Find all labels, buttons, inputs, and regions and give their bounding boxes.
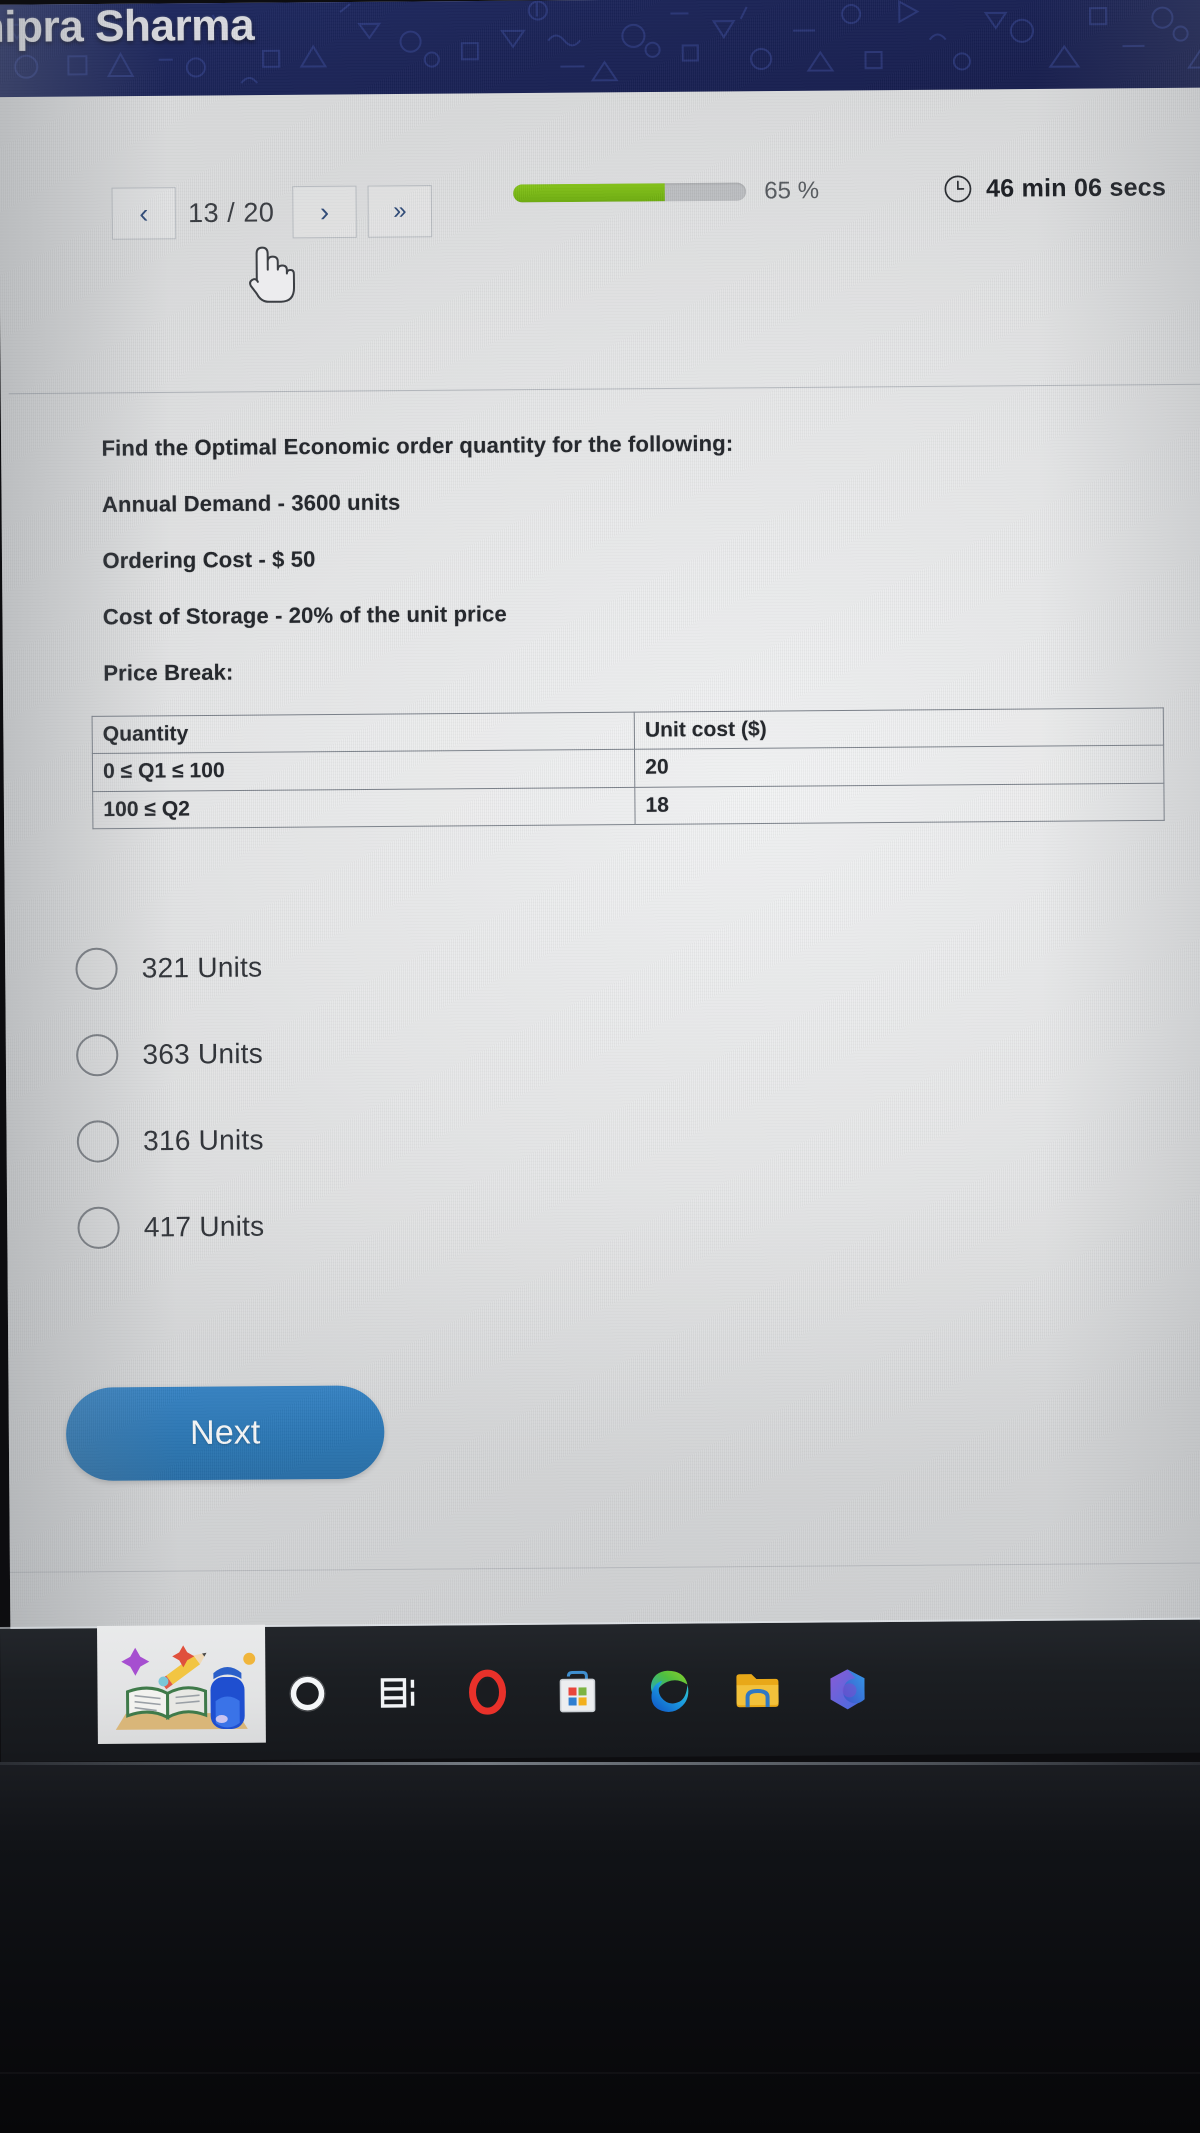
answer-option-1[interactable]: 363 Units <box>75 1007 779 1099</box>
timer-section: 46 min 06 secs <box>943 172 1166 204</box>
opera-icon[interactable] <box>442 1625 533 1759</box>
column-header-quantity: Quantity <box>92 712 635 754</box>
taskbar-icons <box>262 1622 893 1760</box>
school-widget-icon[interactable] <box>97 1624 266 1744</box>
monitor-photo: hipra Sharma ‹ 13 / 20 › » 65 % 46 min 0… <box>0 0 1200 2133</box>
price-break-label: Price Break: <box>103 659 234 686</box>
next-question-button-wrap: › <box>292 185 357 239</box>
quiz-toolbar: ‹ 13 / 20 › » 65 % 46 min 06 secs <box>0 94 1200 395</box>
file-explorer-icon[interactable] <box>712 1623 803 1757</box>
radio-button-0[interactable] <box>75 947 118 991</box>
monitor-bezel <box>0 1762 1200 2133</box>
microsoft-365-icon[interactable] <box>802 1622 893 1756</box>
answer-option-3[interactable]: 417 Units <box>77 1179 780 1271</box>
microsoft-edge-icon[interactable] <box>622 1623 713 1757</box>
cortana-icon[interactable] <box>262 1626 353 1760</box>
price-break-table: Quantity Unit cost ($) 0 ≤ Q1 ≤ 100 20 1… <box>91 707 1165 830</box>
question-detail-0: Annual Demand - 3600 units <box>101 489 401 518</box>
question-detail-1: Ordering Cost - $ 50 <box>102 546 316 574</box>
progress-bar-fill <box>513 183 665 203</box>
pointer-hand-cursor <box>240 239 296 306</box>
question-detail-2: Cost of Storage - 20% of the unit price <box>102 601 507 630</box>
user-name-title: hipra Sharma <box>0 0 255 53</box>
task-view-icon[interactable] <box>352 1626 443 1760</box>
last-question-button[interactable]: » <box>367 185 433 238</box>
cell-unit-cost-1: 18 <box>634 782 1165 825</box>
column-header-unit-cost: Unit cost ($) <box>634 707 1164 750</box>
table-row: 100 ≤ Q2 18 <box>92 782 1165 829</box>
quiz-page: hipra Sharma ‹ 13 / 20 › » 65 % 46 min 0… <box>0 0 1200 1712</box>
cell-quantity-1: 100 ≤ Q2 <box>92 786 636 829</box>
radio-button-1[interactable] <box>75 1033 119 1077</box>
next-button[interactable]: Next <box>65 1385 385 1482</box>
pagination-controls: ‹ 13 / 20 › » <box>111 185 433 240</box>
answer-option-0[interactable]: 321 Units <box>75 920 778 1012</box>
answer-option-label-0: 321 Units <box>141 951 263 984</box>
timer-label: 46 min 06 secs <box>985 172 1167 203</box>
previous-question-button[interactable]: ‹ <box>111 187 177 240</box>
progress-bar <box>513 182 747 203</box>
question-body: Find the Optimal Economic order quantity… <box>101 427 987 704</box>
next-question-button[interactable]: › <box>292 185 357 239</box>
radio-button-3[interactable] <box>77 1206 120 1250</box>
question-prompt: Find the Optimal Economic order quantity… <box>101 430 734 461</box>
progress-percent-label: 65 % <box>764 176 820 205</box>
answer-option-label-3: 417 Units <box>143 1210 265 1243</box>
answer-option-label-2: 316 Units <box>142 1124 264 1157</box>
app-header-banner: hipra Sharma <box>0 0 1200 98</box>
content-bottom-divider <box>9 1562 1200 1573</box>
page-counter: 13 / 20 <box>187 196 275 228</box>
answer-options: 321 Units 363 Units 316 Units 417 Units <box>75 920 780 1271</box>
cell-unit-cost-0: 20 <box>634 745 1164 787</box>
radio-button-2[interactable] <box>76 1120 120 1163</box>
microsoft-store-icon[interactable] <box>532 1624 623 1758</box>
answer-option-2[interactable]: 316 Units <box>76 1093 779 1185</box>
clock-icon <box>943 174 973 204</box>
answer-option-label-1: 363 Units <box>142 1037 264 1070</box>
cell-quantity-0: 0 ≤ Q1 ≤ 100 <box>92 749 635 792</box>
progress-section: 65 % <box>513 177 819 208</box>
toolbar-divider <box>8 383 1200 395</box>
